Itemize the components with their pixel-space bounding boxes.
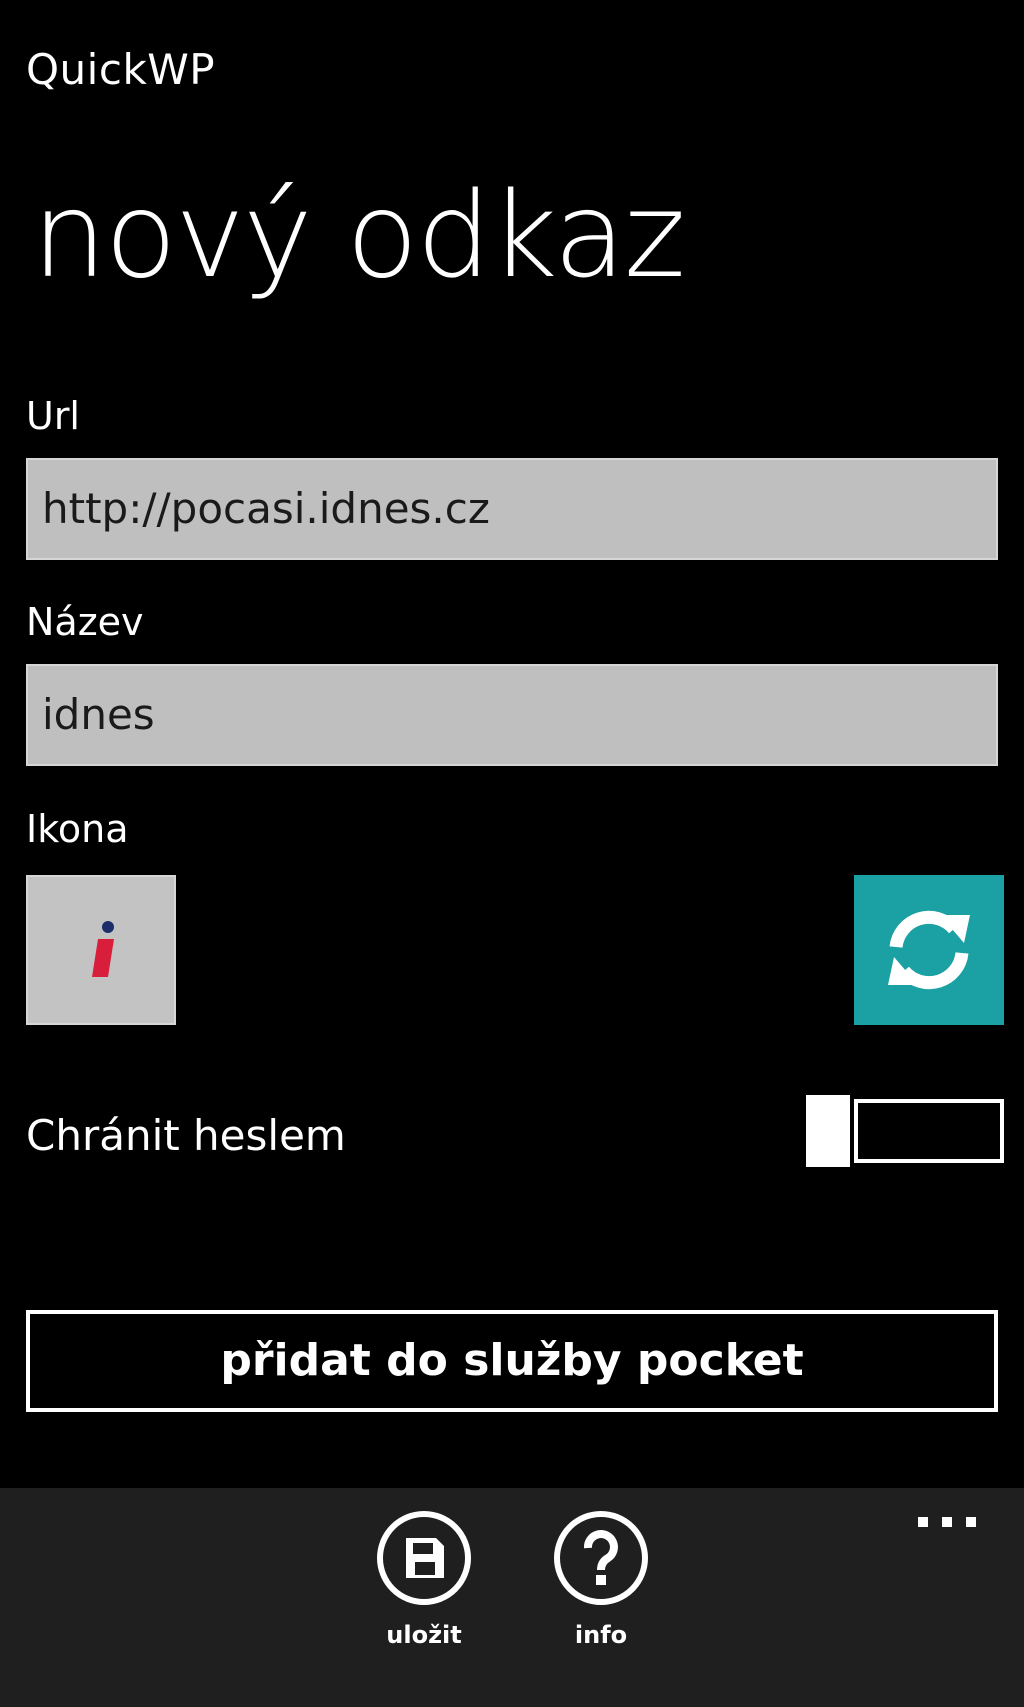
info-label: info (574, 1621, 628, 1649)
icon-label: Ikona (26, 807, 129, 851)
save-button[interactable]: uložit (359, 1510, 489, 1650)
app-title: QuickWP (26, 45, 216, 94)
toggle-thumb[interactable] (806, 1095, 850, 1167)
toggle-track (854, 1099, 1004, 1163)
save-label: uložit (386, 1621, 462, 1649)
icon-preview[interactable] (26, 875, 176, 1025)
info-button[interactable]: info (536, 1510, 666, 1650)
refresh-icon (888, 910, 970, 990)
idnes-logo-icon (92, 921, 114, 977)
name-field[interactable]: idnes (26, 664, 998, 766)
refresh-icon-button[interactable] (854, 875, 1004, 1025)
url-label: Url (26, 394, 80, 438)
page-title: nový odkaz (32, 166, 686, 304)
ellipsis-icon (918, 1517, 976, 1527)
add-to-pocket-button[interactable]: přidat do služby pocket (26, 1310, 998, 1412)
url-field[interactable]: http://pocasi.idnes.cz (26, 458, 998, 560)
help-icon (554, 1511, 648, 1605)
more-button[interactable] (918, 1514, 976, 1534)
password-protect-toggle[interactable] (806, 1095, 1004, 1167)
name-label: Název (26, 600, 144, 644)
password-protect-label: Chránit heslem (26, 1111, 346, 1160)
save-icon (377, 1511, 471, 1605)
application-bar: uložit info (0, 1488, 1024, 1707)
